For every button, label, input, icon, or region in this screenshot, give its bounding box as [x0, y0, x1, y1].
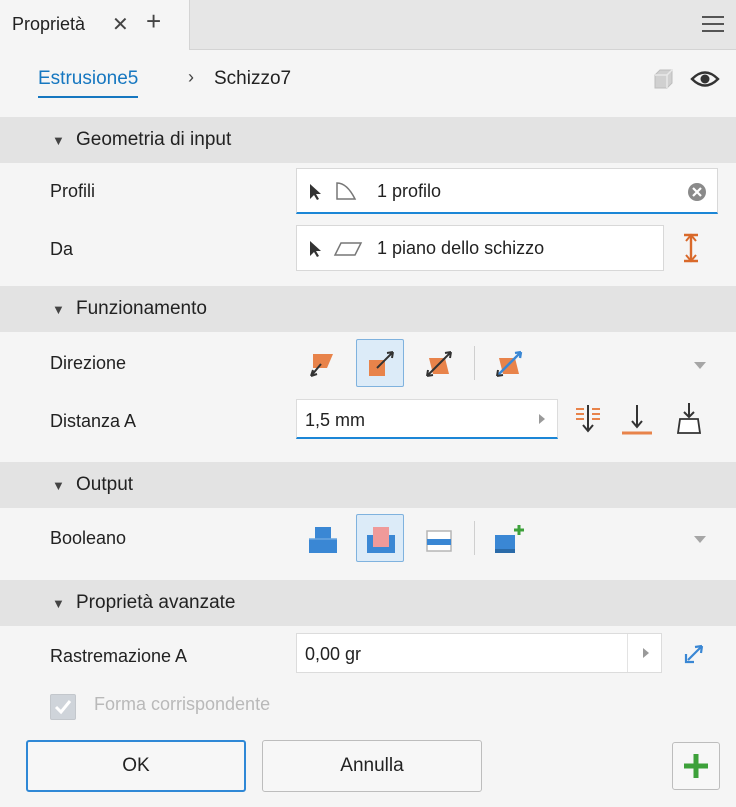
- boolean-label: Booleano: [50, 528, 127, 548]
- extent-to-next-icon[interactable]: [674, 401, 704, 437]
- breadcrumb-sketch[interactable]: Schizzo7: [214, 68, 291, 90]
- profiles-value: 1 profilo: [377, 181, 442, 201]
- flip-extent-icon[interactable]: [680, 232, 702, 264]
- cube-icon[interactable]: [650, 66, 676, 92]
- section-title[interactable]: Geometria di input: [76, 129, 231, 151]
- direction-flipped-button[interactable]: [356, 339, 404, 387]
- apply-button[interactable]: [672, 742, 720, 790]
- section-title[interactable]: Funzionamento: [76, 298, 207, 320]
- boolean-join-button[interactable]: [298, 514, 346, 562]
- direction-default-button[interactable]: [298, 339, 346, 387]
- profiles-selector[interactable]: 1 profilo: [296, 168, 718, 214]
- close-tab-icon[interactable]: ✕: [112, 12, 129, 37]
- tab-properties[interactable]: Proprietà ✕ +: [0, 0, 190, 50]
- section-output[interactable]: ▼ Output: [0, 462, 736, 508]
- add-tab-icon[interactable]: +: [146, 8, 161, 34]
- section-title[interactable]: Output: [76, 474, 133, 496]
- breadcrumb-separator: ›: [188, 67, 194, 87]
- plus-icon: [684, 754, 708, 778]
- separator: [474, 346, 475, 380]
- profiles-label: Profili: [50, 181, 96, 201]
- direction-asymmetric-button[interactable]: [484, 339, 532, 387]
- taper-menu-arrow[interactable]: [643, 648, 649, 658]
- distance-label: Distanza A: [50, 411, 137, 431]
- boolean-cut-button[interactable]: [356, 514, 404, 562]
- collapse-triangle-icon[interactable]: ▼: [52, 478, 65, 493]
- distance-menu-arrow[interactable]: [539, 414, 545, 424]
- taper-input[interactable]: 0,00 gr: [296, 633, 662, 673]
- distance-input[interactable]: 1,5 mm: [296, 399, 558, 439]
- hamburger-menu-icon[interactable]: [702, 16, 724, 34]
- cursor-arrow-icon: [310, 184, 321, 200]
- collapse-triangle-icon[interactable]: ▼: [52, 302, 65, 317]
- section-operation[interactable]: ▼ Funzionamento: [0, 286, 736, 332]
- match-shape-label: Forma corrispondente: [94, 694, 271, 714]
- from-selector[interactable]: 1 piano dello schizzo: [296, 225, 664, 271]
- distance-value[interactable]: 1,5 mm: [305, 410, 365, 431]
- profile-shape-icon: [336, 182, 357, 200]
- direction-label: Direzione: [50, 353, 127, 373]
- direction-dropdown-arrow[interactable]: [694, 362, 706, 369]
- collapse-triangle-icon[interactable]: ▼: [52, 596, 65, 611]
- tab-title: Proprietà: [12, 14, 86, 34]
- boolean-new-solid-button[interactable]: [484, 514, 532, 562]
- direction-symmetric-button[interactable]: [414, 339, 462, 387]
- extent-through-icon[interactable]: [574, 403, 602, 435]
- from-value: 1 piano dello schizzo: [377, 238, 545, 258]
- section-advanced[interactable]: ▼ Proprietà avanzate: [0, 580, 736, 626]
- section-title[interactable]: Proprietà avanzate: [76, 592, 236, 614]
- taper-value[interactable]: 0,00 gr: [305, 644, 361, 665]
- eye-icon[interactable]: [690, 68, 720, 90]
- breadcrumb: Estrusione5 › Schizzo7: [0, 50, 736, 110]
- from-label: Da: [50, 239, 74, 259]
- match-shape-checkbox[interactable]: [50, 694, 76, 720]
- ok-button[interactable]: OK: [26, 740, 246, 792]
- boolean-dropdown-arrow[interactable]: [694, 536, 706, 543]
- breadcrumb-feature[interactable]: Estrusione5: [38, 68, 139, 98]
- checkmark-icon: [54, 700, 72, 715]
- collapse-triangle-icon[interactable]: ▼: [52, 133, 65, 148]
- flip-taper-icon[interactable]: [680, 638, 710, 668]
- cancel-button[interactable]: Annulla: [262, 740, 482, 792]
- taper-label: Rastremazione A: [50, 646, 188, 666]
- clear-selection-icon[interactable]: [687, 182, 707, 202]
- section-input-geometry[interactable]: ▼ Geometria di input: [0, 117, 736, 163]
- cursor-arrow-icon: [310, 241, 321, 257]
- separator: [474, 521, 475, 555]
- tab-bar: Proprietà ✕ +: [0, 0, 736, 50]
- boolean-intersect-button[interactable]: [414, 514, 462, 562]
- extent-to-icon[interactable]: [620, 403, 654, 437]
- sketch-plane-icon: [333, 242, 363, 256]
